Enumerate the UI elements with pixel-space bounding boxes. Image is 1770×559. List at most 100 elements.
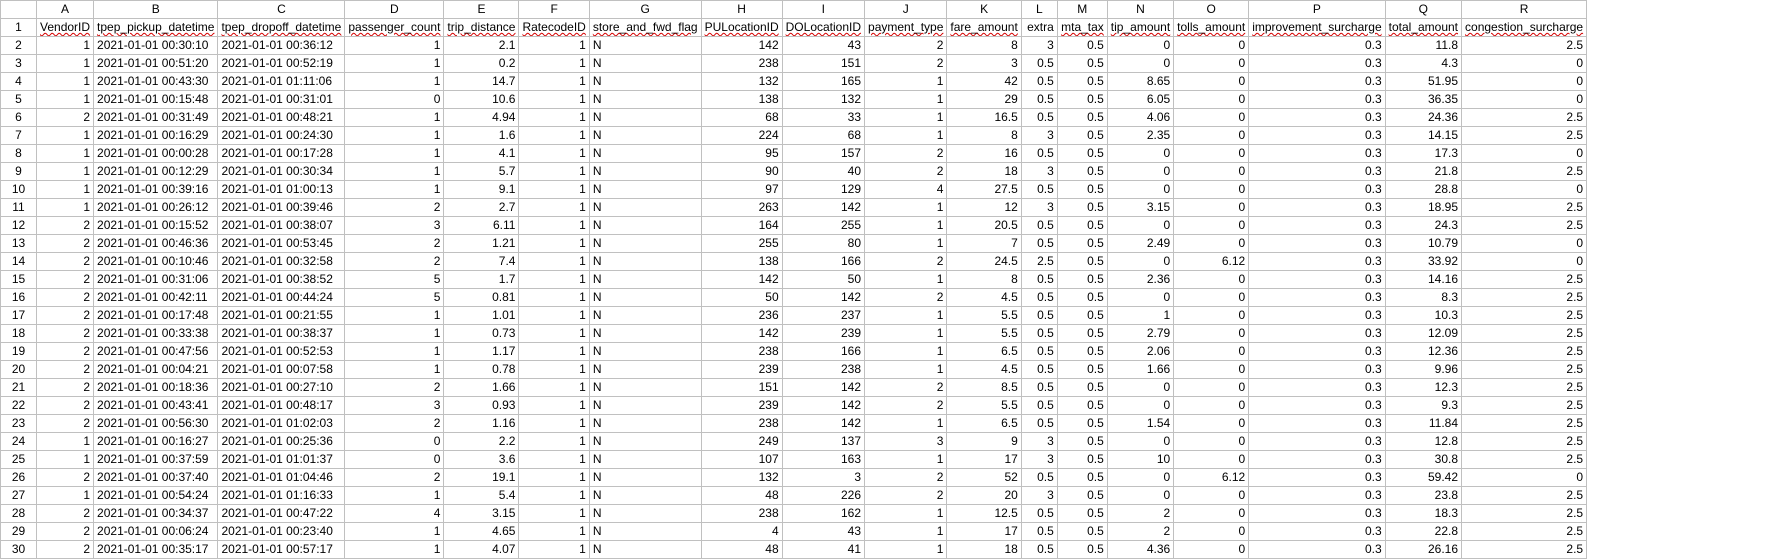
cell[interactable]: 0.3	[1249, 307, 1385, 325]
cell[interactable]: 0.3	[1249, 397, 1385, 415]
cell[interactable]: 97	[701, 181, 782, 199]
cell[interactable]: 1	[345, 487, 444, 505]
cell[interactable]: 263	[701, 199, 782, 217]
cell[interactable]: 0	[1174, 127, 1249, 145]
cell[interactable]: 2021-01-01 00:10:46	[94, 253, 218, 271]
cell[interactable]: 0.5	[1021, 415, 1057, 433]
cell[interactable]: 1	[519, 487, 589, 505]
row-header[interactable]: 7	[1, 127, 37, 145]
cell[interactable]: 0.5	[1021, 73, 1057, 91]
cell[interactable]: 2	[37, 361, 94, 379]
cell[interactable]: 11.8	[1385, 37, 1461, 55]
cell[interactable]: 2.49	[1107, 235, 1173, 253]
cell[interactable]: 2.5	[1462, 109, 1587, 127]
cell[interactable]: 0.3	[1249, 541, 1385, 559]
cell[interactable]: 238	[701, 343, 782, 361]
row-header[interactable]: 3	[1, 55, 37, 73]
cell[interactable]: 12.5	[947, 505, 1021, 523]
cell[interactable]: 0	[345, 91, 444, 109]
cell[interactable]: 2	[865, 397, 947, 415]
cell[interactable]: 9.3	[1385, 397, 1461, 415]
cell[interactable]: N	[589, 217, 701, 235]
cell[interactable]: 0.3	[1249, 127, 1385, 145]
cell[interactable]: 1.66	[1107, 361, 1173, 379]
cell[interactable]: 10.6	[444, 91, 519, 109]
cell[interactable]: 0.3	[1249, 163, 1385, 181]
cell[interactable]: 151	[782, 55, 864, 73]
cell[interactable]: 0.3	[1249, 289, 1385, 307]
cell[interactable]: 3	[345, 217, 444, 235]
cell[interactable]: 3	[1021, 37, 1057, 55]
cell[interactable]: 0.5	[1057, 253, 1107, 271]
cell[interactable]: 132	[701, 469, 782, 487]
cell[interactable]: 2021-01-01 00:44:24	[218, 289, 345, 307]
column-header-P[interactable]: P	[1249, 1, 1385, 19]
cell[interactable]: 0.3	[1249, 109, 1385, 127]
cell[interactable]: 166	[782, 253, 864, 271]
cell[interactable]: 90	[701, 163, 782, 181]
cell[interactable]: 2021-01-01 00:26:12	[94, 199, 218, 217]
cell[interactable]: 0	[1462, 253, 1587, 271]
cell[interactable]: 1	[865, 523, 947, 541]
column-header-A[interactable]: A	[37, 1, 94, 19]
cell[interactable]: 0.5	[1057, 181, 1107, 199]
cell[interactable]: 142	[782, 415, 864, 433]
cell[interactable]: 255	[782, 217, 864, 235]
cell[interactable]: 1	[519, 343, 589, 361]
cell[interactable]: 1	[37, 487, 94, 505]
cell[interactable]: 3	[947, 55, 1021, 73]
cell[interactable]: 2.5	[1462, 415, 1587, 433]
cell[interactable]: 1	[865, 91, 947, 109]
cell[interactable]: improvement_surcharge	[1249, 19, 1385, 37]
cell[interactable]: 33.92	[1385, 253, 1461, 271]
cell[interactable]: 2021-01-01 00:24:30	[218, 127, 345, 145]
cell[interactable]: 5.4	[444, 487, 519, 505]
cell[interactable]: 0.3	[1249, 181, 1385, 199]
cell[interactable]: 1	[865, 217, 947, 235]
cell[interactable]: 0.5	[1021, 217, 1057, 235]
row-header[interactable]: 23	[1, 415, 37, 433]
cell[interactable]: 0.3	[1249, 145, 1385, 163]
cell[interactable]: 2	[865, 55, 947, 73]
cell[interactable]: 0.81	[444, 289, 519, 307]
cell[interactable]: 2021-01-01 00:42:11	[94, 289, 218, 307]
cell[interactable]: 2.5	[1462, 289, 1587, 307]
cell[interactable]: 0.3	[1249, 271, 1385, 289]
cell[interactable]: 2	[37, 379, 94, 397]
cell[interactable]: 48	[701, 487, 782, 505]
cell[interactable]: 0	[1107, 145, 1173, 163]
cell[interactable]: 2	[865, 253, 947, 271]
cell[interactable]: 8	[947, 271, 1021, 289]
column-header-K[interactable]: K	[947, 1, 1021, 19]
cell[interactable]: 1.54	[1107, 415, 1173, 433]
cell[interactable]: 142	[782, 397, 864, 415]
cell[interactable]: 0.5	[1057, 433, 1107, 451]
cell[interactable]: 9	[947, 433, 1021, 451]
cell[interactable]: 2.2	[444, 433, 519, 451]
cell[interactable]: 0	[1107, 433, 1173, 451]
cell[interactable]: 2.5	[1462, 541, 1587, 559]
cell[interactable]: 0.5	[1021, 271, 1057, 289]
cell[interactable]: 151	[701, 379, 782, 397]
cell[interactable]: 4.5	[947, 289, 1021, 307]
cell[interactable]: 12.36	[1385, 343, 1461, 361]
cell[interactable]: 142	[701, 37, 782, 55]
cell[interactable]: 95	[701, 145, 782, 163]
cell[interactable]: 6.12	[1174, 253, 1249, 271]
cell[interactable]: 5.5	[947, 325, 1021, 343]
cell[interactable]: 0.3	[1249, 55, 1385, 73]
cell[interactable]: 1.01	[444, 307, 519, 325]
cell[interactable]: 0.3	[1249, 37, 1385, 55]
cell[interactable]: 1	[519, 469, 589, 487]
cell[interactable]: 12	[947, 199, 1021, 217]
row-header[interactable]: 12	[1, 217, 37, 235]
cell[interactable]: 8	[947, 37, 1021, 55]
cell[interactable]: 0.5	[1057, 451, 1107, 469]
cell[interactable]: 239	[701, 361, 782, 379]
cell[interactable]: 0.5	[1057, 397, 1107, 415]
cell[interactable]: 0	[1174, 55, 1249, 73]
cell[interactable]: 0	[1174, 361, 1249, 379]
cell[interactable]: 1.17	[444, 343, 519, 361]
cell[interactable]: 3	[1021, 127, 1057, 145]
column-header-I[interactable]: I	[782, 1, 864, 19]
